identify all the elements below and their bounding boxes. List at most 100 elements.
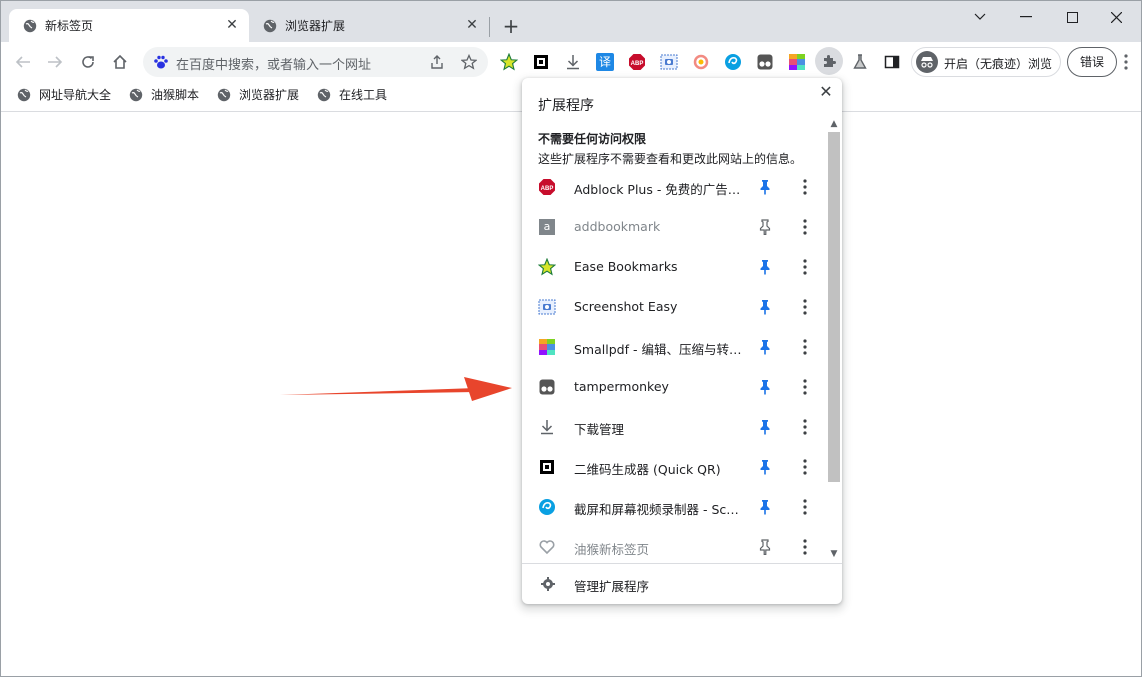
globe-icon xyxy=(129,88,143,101)
bookmark-item[interactable]: 浏览器扩展 xyxy=(217,86,299,103)
pin-outline-icon[interactable] xyxy=(758,539,772,555)
bookmark-label: 在线工具 xyxy=(339,88,388,102)
extension-name: 油猴新标签页 xyxy=(574,542,650,557)
chevron-down-icon xyxy=(974,13,986,20)
scroll-up-icon[interactable]: ▲ xyxy=(828,118,840,130)
more-options-icon[interactable] xyxy=(802,259,808,275)
scrollbar-thumb[interactable] xyxy=(828,132,840,482)
extensions-popup: 扩展程序 ✕ 不需要任何访问权限 这些扩展程序不需要查看和更改此网站上的信息。 … xyxy=(522,78,842,604)
extension-row-adblock-plus[interactable]: ABP Adblock Plus - 免费的广告… xyxy=(522,167,826,207)
pin-icon[interactable] xyxy=(758,379,772,395)
sidepanel-icon[interactable] xyxy=(881,51,903,73)
address-placeholder: 在百度中搜索，或者输入一个网址 xyxy=(176,58,372,73)
more-options-icon[interactable] xyxy=(802,219,808,235)
back-button[interactable] xyxy=(11,50,35,74)
record-icon[interactable] xyxy=(690,51,712,73)
bookmark-item[interactable]: 在线工具 xyxy=(317,86,387,103)
extension-row-screen-recorder[interactable]: 截屏和屏幕视频录制器 - Sc… xyxy=(522,487,826,527)
translate-icon[interactable]: 译 xyxy=(594,51,616,73)
extension-row-download-manager[interactable]: 下载管理 xyxy=(522,407,826,447)
tab-extensions[interactable]: 浏览器扩展 ✕ xyxy=(249,9,489,42)
section-title: 不需要任何访问权限 xyxy=(538,132,647,146)
close-icon[interactable]: ✕ xyxy=(818,84,834,100)
pin-outline-icon[interactable] xyxy=(758,219,772,235)
menu-kebab-icon[interactable] xyxy=(1123,54,1129,70)
tab-new-tab[interactable]: 新标签页 ✕ xyxy=(9,9,249,42)
toolbar: 在百度中搜索，或者输入一个网址 译 ABP 开启（无痕迹）浏览 错误 xyxy=(1,42,1141,81)
close-tab-icon[interactable]: ✕ xyxy=(225,18,239,32)
smallpdf-icon[interactable] xyxy=(786,51,808,73)
forward-button[interactable] xyxy=(43,50,67,74)
tab-separator xyxy=(489,17,490,37)
ease-bookmarks-icon[interactable] xyxy=(498,51,520,73)
scroll-down-icon[interactable]: ▼ xyxy=(828,548,840,560)
screen-recorder-icon[interactable] xyxy=(722,51,744,73)
extension-row-addbookmark[interactable]: a addbookmark xyxy=(522,207,826,247)
annotation-arrow xyxy=(280,377,512,401)
extension-row-tampermonkey[interactable]: tampermonkey xyxy=(522,367,826,407)
quick-qr-icon[interactable] xyxy=(530,51,552,73)
bookmark-label: 油猴脚本 xyxy=(151,88,200,102)
error-button[interactable]: 错误 xyxy=(1067,47,1117,77)
extension-row-smallpdf[interactable]: Smallpdf - 编辑、压缩与转… xyxy=(522,327,826,367)
extension-row-tampermonkey-newtab[interactable]: 油猴新标签页 xyxy=(522,527,826,567)
profile-label: 开启（无痕迹）浏览 xyxy=(944,57,1053,71)
more-options-icon[interactable] xyxy=(802,539,808,555)
close-window-button[interactable] xyxy=(1093,3,1139,31)
tab-title: 新标签页 xyxy=(45,19,94,33)
extensions-puzzle-icon[interactable] xyxy=(815,47,843,75)
extension-name: Ease Bookmarks xyxy=(574,259,678,274)
pin-icon[interactable] xyxy=(758,179,772,195)
more-options-icon[interactable] xyxy=(802,299,808,315)
bookmark-item[interactable]: 网址导航大全 xyxy=(17,86,111,103)
qr-icon xyxy=(538,458,556,476)
bookmark-item[interactable]: 油猴脚本 xyxy=(129,86,199,103)
pin-icon[interactable] xyxy=(758,419,772,435)
tab-strip: 新标签页 ✕ 浏览器扩展 ✕ + xyxy=(1,1,1141,42)
reload-button[interactable] xyxy=(76,50,100,74)
extension-row-quick-qr[interactable]: 二维码生成器 (Quick QR) xyxy=(522,447,826,487)
download-icon[interactable] xyxy=(562,51,584,73)
more-options-icon[interactable] xyxy=(802,179,808,195)
pin-icon[interactable] xyxy=(758,459,772,475)
translate-glyph: 译 xyxy=(596,53,614,71)
heart-icon xyxy=(538,538,556,556)
manage-extensions-button[interactable]: 管理扩展程序 xyxy=(522,564,842,604)
gear-icon xyxy=(541,577,555,591)
maximize-window-button[interactable] xyxy=(1049,3,1095,31)
download-icon xyxy=(538,418,556,436)
more-options-icon[interactable] xyxy=(802,379,808,395)
home-button[interactable] xyxy=(108,50,132,74)
smallpdf-icon xyxy=(538,338,556,356)
svg-text:ABP: ABP xyxy=(541,186,554,192)
more-options-icon[interactable] xyxy=(802,459,808,475)
screen-recorder-icon xyxy=(538,498,556,516)
pin-icon[interactable] xyxy=(758,499,772,515)
extension-name: 下载管理 xyxy=(574,422,625,437)
minimize-window-button[interactable] xyxy=(1003,3,1049,31)
address-bar[interactable]: 在百度中搜索，或者输入一个网址 xyxy=(143,47,488,77)
extension-name: addbookmark xyxy=(574,219,661,234)
browser-window: 新标签页 ✕ 浏览器扩展 ✕ + 在百度中搜索，或者输入一个网址 译 ABP 开… xyxy=(0,0,1142,677)
pin-icon[interactable] xyxy=(758,259,772,275)
bookmark-label: 浏览器扩展 xyxy=(239,88,300,102)
pin-icon[interactable] xyxy=(758,339,772,355)
minimize-button[interactable] xyxy=(957,3,1003,31)
incognito-icon xyxy=(916,51,938,73)
more-options-icon[interactable] xyxy=(802,339,808,355)
more-options-icon[interactable] xyxy=(802,499,808,515)
new-tab-button[interactable]: + xyxy=(501,16,521,36)
tampermonkey-icon[interactable] xyxy=(754,51,776,73)
more-options-icon[interactable] xyxy=(802,419,808,435)
extension-row-screenshot-easy[interactable]: Screenshot Easy xyxy=(522,287,826,327)
beaker-icon[interactable] xyxy=(849,51,871,73)
close-tab-icon[interactable]: ✕ xyxy=(465,18,479,32)
pin-icon[interactable] xyxy=(758,299,772,315)
extension-row-ease-bookmarks[interactable]: Ease Bookmarks xyxy=(522,247,826,287)
screenshot-easy-icon[interactable] xyxy=(658,51,680,73)
adblock-plus-icon: ABP xyxy=(538,178,556,196)
incognito-profile-button[interactable]: 开启（无痕迹）浏览 xyxy=(911,47,1061,77)
extension-name: Smallpdf - 编辑、压缩与转… xyxy=(574,342,742,357)
adblock-plus-icon[interactable]: ABP xyxy=(626,51,648,73)
svg-text:ABP: ABP xyxy=(631,61,644,67)
